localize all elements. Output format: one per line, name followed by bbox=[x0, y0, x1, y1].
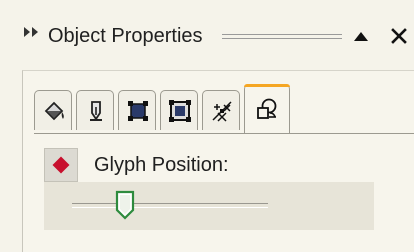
tab-fill[interactable] bbox=[34, 90, 72, 130]
square-handles-icon bbox=[128, 101, 148, 121]
panel-title: Object Properties bbox=[48, 25, 203, 47]
red-diamond-icon bbox=[52, 156, 70, 174]
tab-transparency[interactable] bbox=[202, 90, 240, 130]
title-divider bbox=[222, 34, 342, 39]
sparkle-grid-icon bbox=[212, 101, 232, 122]
tab-object[interactable] bbox=[118, 90, 156, 130]
close-icon[interactable] bbox=[386, 24, 412, 48]
glyph-position-label: Glyph Position: bbox=[94, 154, 229, 176]
triangle-up-icon[interactable] bbox=[350, 26, 372, 46]
glyph-position-slider-track[interactable] bbox=[72, 203, 268, 208]
pen-nib-icon bbox=[90, 101, 102, 121]
shapes-icon bbox=[257, 98, 277, 119]
double-chevron-right-icon[interactable] bbox=[24, 26, 40, 38]
object-properties-panel: Object Properties Glyph Position: bbox=[0, 0, 414, 252]
panel-title-bar[interactable]: Object Properties bbox=[0, 0, 414, 64]
glyph-position-row: Glyph Position: bbox=[44, 148, 414, 182]
glyph-position-slider-thumb[interactable] bbox=[115, 190, 135, 220]
tab-strip-baseline bbox=[34, 133, 414, 134]
glyph-position-slider-area bbox=[44, 182, 374, 230]
tab-frame[interactable] bbox=[160, 90, 198, 130]
tab-outline[interactable] bbox=[76, 90, 114, 130]
tab-text[interactable] bbox=[244, 84, 290, 134]
properties-tab-strip bbox=[34, 84, 334, 134]
paint-bucket-icon bbox=[44, 101, 64, 121]
glyph-position-swatch[interactable] bbox=[44, 148, 78, 182]
frame-icon bbox=[169, 100, 191, 122]
